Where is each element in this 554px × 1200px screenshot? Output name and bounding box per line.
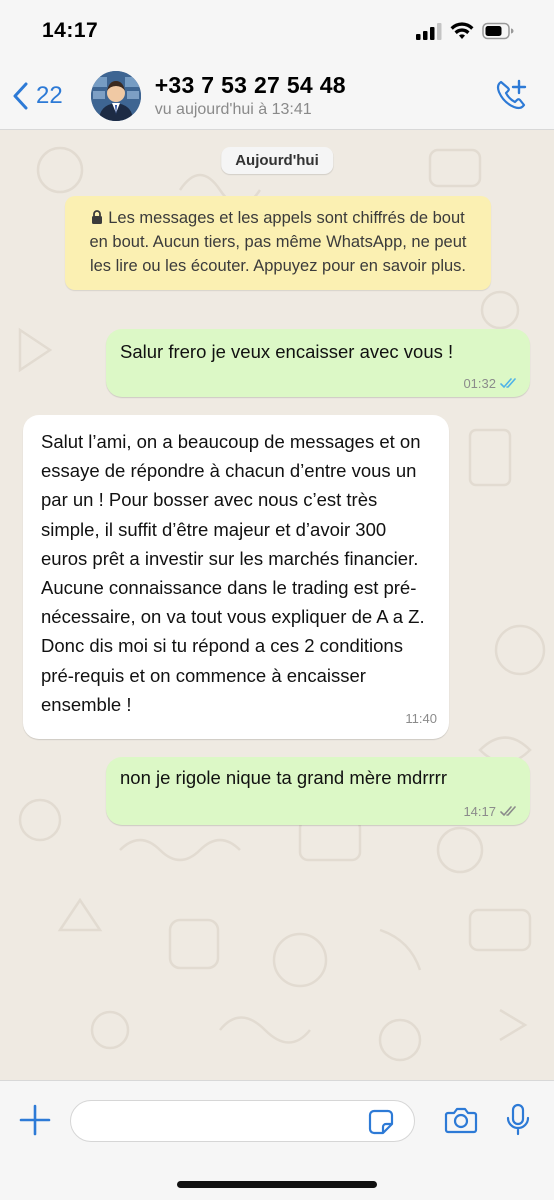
message-input[interactable] [70,1100,415,1142]
status-bar: 14:17 [0,0,554,62]
last-seen: vu aujourd'hui à 13:41 [154,101,312,118]
double-check-delivered-icon [500,806,516,817]
phone-plus-icon [496,79,527,110]
encryption-notice-text: Les messages et les appels sont chiffrés… [89,209,467,275]
message-time: 11:40 [405,710,437,726]
message-meta: 11:40 [405,704,437,733]
message-meta: 01:32 [463,376,518,391]
camera-icon [444,1107,478,1134]
message-text: Salut l’ami, on a beaucoup de messages e… [41,431,425,715]
home-indicator [177,1181,377,1188]
message-incoming[interactable]: Salut l’ami, on a beaucoup de messages e… [23,415,449,739]
unread-count: 22 [36,81,63,109]
microphone-button[interactable] [505,1103,531,1142]
chat-header: 22 +33 7 53 27 54 48 vu aujourd'hui à 13… [0,62,554,130]
signal-icon [416,23,442,40]
contact-info[interactable]: +33 7 53 27 54 48 vu aujourd'hui à 13:41 [155,72,346,119]
whatsapp-chat-screen: 14:17 22 +33 7 53 27 54 48 vu aujourd'hu… [0,0,554,1200]
attach-button[interactable] [18,1103,52,1142]
chevron-left-icon [13,82,28,109]
message-text: Salur frero je veux encaisser avec vous … [120,341,454,362]
encryption-notice[interactable]: Les messages et les appels sont chiffrés… [65,196,491,290]
message-text: non je rigole nique ta grand mère mdrrrr [120,767,447,788]
sticker-button[interactable] [368,1109,394,1140]
message-outgoing[interactable]: non je rigole nique ta grand mère mdrrrr… [106,757,530,825]
wifi-icon [450,22,474,39]
add-call-button[interactable] [494,78,528,117]
battery-icon [482,22,514,40]
back-button[interactable]: 22 [12,82,63,110]
plus-icon [19,1104,51,1136]
message-meta: 14:17 [463,804,518,819]
contact-name: +33 7 53 27 54 48 [154,72,346,98]
message-outgoing[interactable]: Salur frero je veux encaisser avec vous … [106,329,530,397]
microphone-icon [506,1103,530,1136]
avatar-image [90,70,141,121]
message-time: 01:32 [463,376,496,391]
lock-icon [92,210,103,224]
date-divider: Aujourd'hui [221,147,333,174]
message-time: 14:17 [463,804,496,819]
status-time: 14:17 [42,19,99,42]
composer-bar [0,1080,554,1200]
sticker-icon [368,1109,394,1135]
contact-avatar[interactable] [90,70,141,121]
system-icons [416,22,514,40]
camera-button[interactable] [444,1105,478,1140]
double-check-read-icon [500,378,516,389]
